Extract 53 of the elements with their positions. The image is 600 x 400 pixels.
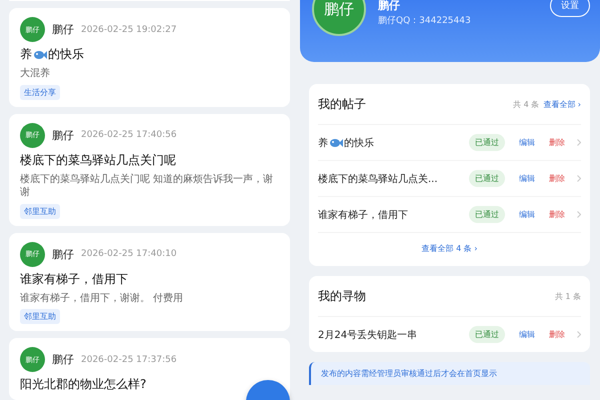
view-all-link[interactable]: 查看全部 › <box>543 99 581 110</box>
title-text: 养 <box>318 136 328 150</box>
avatar: 鹏仔 <box>312 0 366 36</box>
chevron-icon <box>577 175 581 182</box>
delete-link[interactable]: 删除 <box>549 173 565 184</box>
post-time: 2026-02-25 17:40:10 <box>81 249 177 259</box>
chevron-icon <box>577 139 581 146</box>
author-name: 鹏仔 <box>52 128 74 142</box>
delete-link[interactable]: 删除 <box>549 137 565 148</box>
title-text: 的快乐 <box>48 46 84 63</box>
count-text: 共 1 条 <box>554 291 581 302</box>
title-text: 楼底下的菜鸟驿站几点关门呢 <box>20 152 176 168</box>
fish-icon <box>329 138 343 148</box>
delete-link[interactable]: 删除 <box>549 329 565 340</box>
fish-icon <box>33 50 47 60</box>
title-text: 的快乐 <box>344 136 374 150</box>
title-text: 谁家有梯子，借用下 <box>20 270 128 288</box>
category-tag: 邻里互助 <box>20 204 60 218</box>
section-title: 我的帖子 <box>318 96 367 113</box>
edit-link[interactable]: 编辑 <box>519 173 535 184</box>
category-tag: 邻里互助 <box>20 309 60 324</box>
status-badge: 已通过 <box>469 206 505 223</box>
post-time: 2026-02-25 17:37:56 <box>81 354 177 364</box>
author-name: 鹏仔 <box>52 22 74 37</box>
post-time: 2026-02-25 19:02:27 <box>81 24 177 34</box>
user-name: 鹏仔 <box>378 0 401 11</box>
count-text: 共 4 条 <box>513 99 540 110</box>
status-badge: 已通过 <box>469 170 505 187</box>
author-name: 鹏仔 <box>52 246 74 262</box>
post-time: 2026-02-25 17:40:56 <box>81 130 177 140</box>
title-text: 谁家有梯子，借用下 <box>318 208 408 222</box>
edit-link[interactable]: 编辑 <box>519 209 535 220</box>
title-text: 阳光北郡的物业怎么样? <box>20 376 146 393</box>
chevron-icon <box>577 331 581 338</box>
title-text: 养 <box>20 46 32 63</box>
title-text: 楼底下的菜鸟驿站几点关... <box>318 172 438 186</box>
status-badge: 已通过 <box>469 134 505 151</box>
post-body: 楼底下的菜鸟驿站几点关门呢 知道的麻烦告诉我一声，谢谢 <box>20 172 274 200</box>
status-badge: 已通过 <box>469 326 505 343</box>
delete-link[interactable]: 删除 <box>549 209 565 220</box>
post-body: 谁家有梯子，借用下，谢谢。 付费用 <box>20 292 184 305</box>
post-body: 大混养 <box>20 67 51 80</box>
edit-link[interactable]: 编辑 <box>519 329 535 340</box>
qq-number: 鹏仔QQ：344225443 <box>378 15 472 27</box>
title-text: 2月24号丢失钥匙一串 <box>318 328 418 342</box>
section-title: 我的寻物 <box>318 288 367 305</box>
edit-link[interactable]: 编辑 <box>519 137 535 148</box>
category-tag: 生活分享 <box>20 84 60 100</box>
notice-banner: 发布的内容需经管理员审核通过后才会在首页显示 <box>309 362 590 385</box>
view-all-link[interactable]: 查看全部 4 条 › <box>318 232 581 266</box>
author-name: 鹏仔 <box>52 352 74 367</box>
settings-button[interactable]: 设置 <box>550 0 590 17</box>
chevron-icon <box>577 211 581 218</box>
